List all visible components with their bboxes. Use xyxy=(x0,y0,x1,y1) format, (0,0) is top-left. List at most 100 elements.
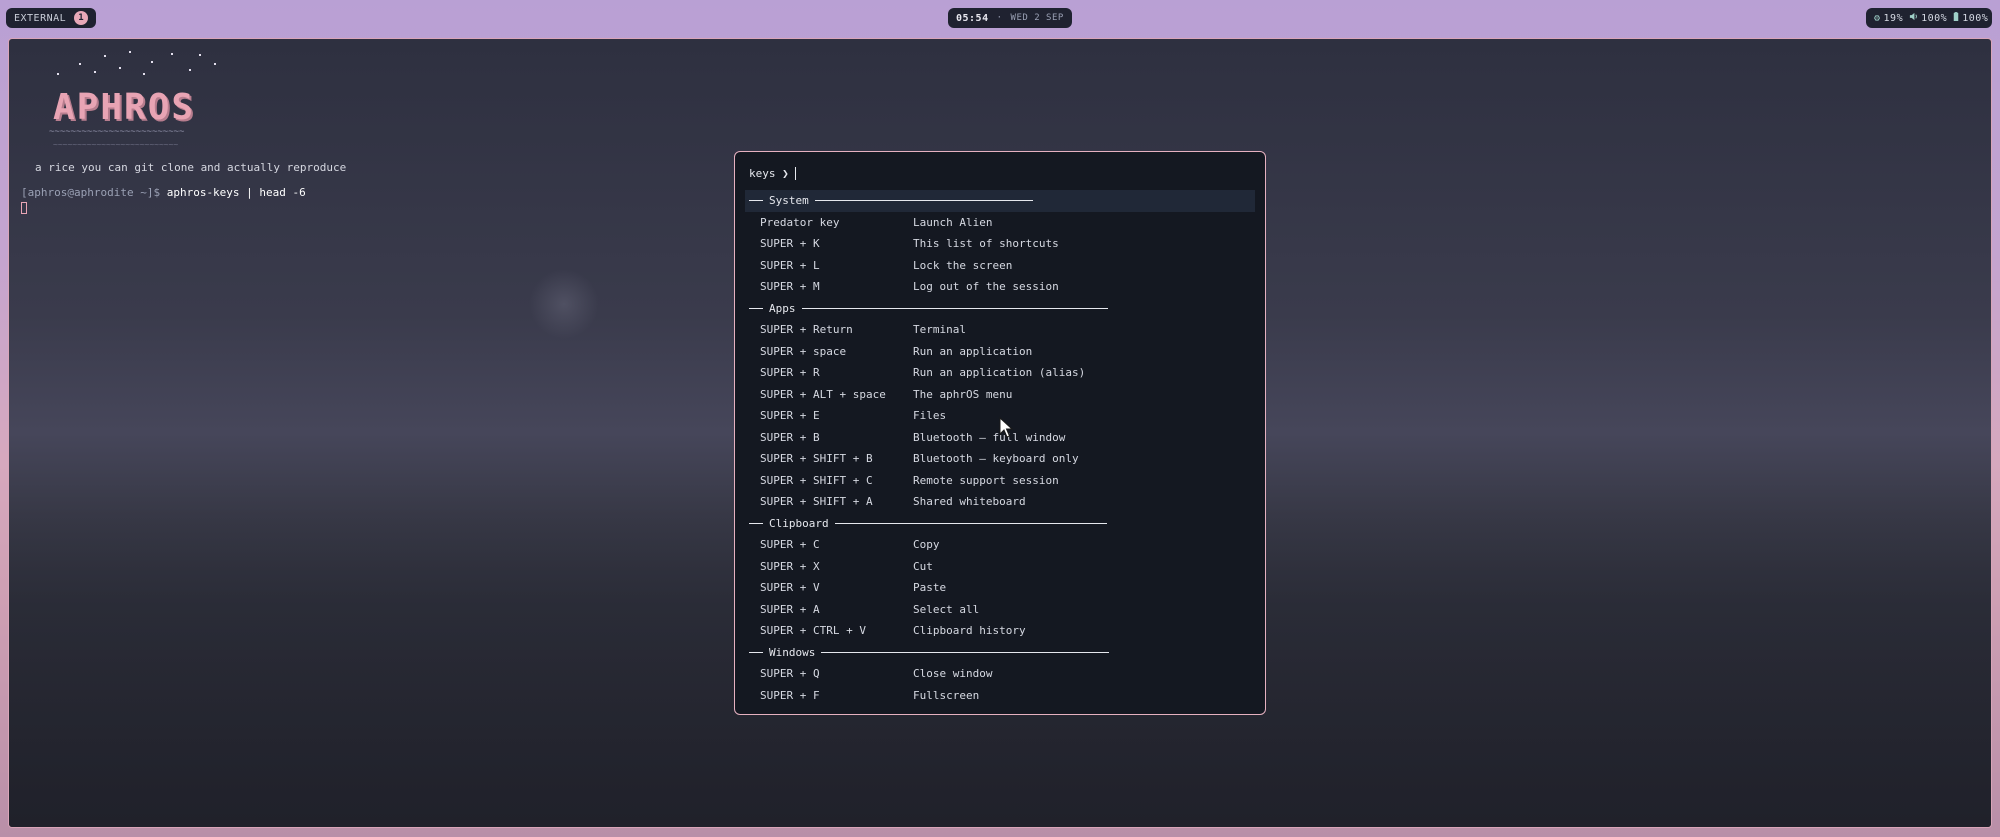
keybinding-row[interactable]: SUPER + CTRL + V Clipboard history xyxy=(745,620,1255,642)
section-title: System xyxy=(769,194,809,208)
keybinding-description: Remote support session xyxy=(913,473,1059,487)
keybinding-description: Close window xyxy=(913,667,993,681)
keybinding-description: Terminal xyxy=(913,323,966,337)
keybinding-row[interactable]: SUPER + L Lock the screen xyxy=(745,255,1255,277)
keybinding-description: Paste xyxy=(913,581,947,595)
clock-date: WED 2 SEP xyxy=(1010,13,1064,23)
keybinding-description: Cut xyxy=(913,559,933,573)
keybinding-key: SUPER + L xyxy=(760,258,820,272)
clock-separator: · xyxy=(996,13,1003,23)
keybinding-description: Run an application xyxy=(913,344,1033,358)
keybinding-key: SUPER + F xyxy=(760,688,820,702)
keybinding-description: Bluetooth — full window xyxy=(913,430,1066,444)
keybinding-key: SUPER + R xyxy=(760,366,820,380)
keybinding-list: System Predator key Launch Alien SUPER + K T… xyxy=(745,190,1255,706)
keybinding-key: SUPER + CTRL + V xyxy=(760,624,866,638)
keybinding-description: Fullscreen xyxy=(913,688,980,702)
keybinding-description: Bluetooth — keyboard only xyxy=(913,452,1079,466)
keybinding-row[interactable]: SUPER + SHIFT + C Remote support session xyxy=(745,470,1255,492)
section-dash xyxy=(749,522,763,524)
keybinding-key: SUPER + Return xyxy=(760,323,853,337)
section-dash xyxy=(749,651,763,653)
keybinding-key: SUPER + SHIFT + A xyxy=(760,495,873,509)
section-rule xyxy=(834,522,1107,524)
keybinding-key: Predator key xyxy=(760,215,840,229)
keybinding-key: SUPER + V xyxy=(760,581,820,595)
system-tray: ⚙ 19% 100% 100% xyxy=(1866,8,1992,28)
tagline: a rice you can git clone and actually re… xyxy=(35,161,347,174)
top-bar: EXTERNAL 1 05:54 · WED 2 SEP ⚙ 19% 100% … xyxy=(0,0,2000,36)
keybinding-key: SUPER + E xyxy=(760,409,820,423)
cpu-value: 19% xyxy=(1883,12,1904,24)
keybinding-row[interactable]: SUPER + ALT + space The aphrOS menu xyxy=(745,384,1255,406)
shell-command: aphros-keys | head -6 xyxy=(166,186,306,199)
keybinding-row[interactable]: SUPER + X Cut xyxy=(745,556,1255,578)
launcher-search[interactable]: keys ❯ xyxy=(745,160,1255,186)
keybinding-description: Shared whiteboard xyxy=(913,495,1026,509)
tray-item-cpu[interactable]: ⚙ 19% xyxy=(1874,13,1903,24)
stars-decoration xyxy=(39,49,229,79)
keybinding-key: SUPER + SHIFT + C xyxy=(760,473,873,487)
logo-text: APHROS xyxy=(53,87,196,128)
volume-value: 100% xyxy=(1921,12,1948,24)
section-header[interactable]: Windows xyxy=(745,642,1255,664)
keybinding-description: Copy xyxy=(913,538,940,552)
battery-icon xyxy=(1953,12,1959,24)
keybinding-key: SUPER + M xyxy=(760,280,820,294)
section-header[interactable]: System xyxy=(745,190,1255,212)
search-caret xyxy=(794,166,796,180)
keybinding-description: Run an application (alias) xyxy=(913,366,1086,380)
keybinding-row[interactable]: SUPER + M Log out of the session xyxy=(745,276,1255,298)
keybinding-key: SUPER + X xyxy=(760,559,820,573)
tray-item-volume[interactable]: 100% xyxy=(1909,12,1947,24)
keybinding-row[interactable]: SUPER + A Select all xyxy=(745,599,1255,621)
section-title: Windows xyxy=(769,645,816,659)
workspace-count-badge: 1 xyxy=(74,11,89,25)
keybinding-description: The aphrOS menu xyxy=(913,387,1013,401)
keybinding-key: SUPER + space xyxy=(760,344,847,358)
keybinding-key: SUPER + ALT + space xyxy=(760,387,886,401)
section-rule xyxy=(821,651,1110,653)
workspace-indicator[interactable]: EXTERNAL 1 xyxy=(6,8,97,28)
section-title: Clipboard xyxy=(769,516,829,530)
keybinding-description: Files xyxy=(913,409,947,423)
keybinding-row[interactable]: SUPER + Q Close window xyxy=(745,663,1255,685)
section-header[interactable]: Clipboard xyxy=(745,513,1255,535)
aphros-logo: APHROS ~~~~~~~~~~~~~~~~~~~~~~~~~ ~~~~~~~… xyxy=(39,49,239,159)
keybinding-row[interactable]: SUPER + K This list of shortcuts xyxy=(745,233,1255,255)
keybinding-key: SUPER + B xyxy=(760,430,820,444)
keybinding-row[interactable]: SUPER + R Run an application (alias) xyxy=(745,362,1255,384)
section-title: Apps xyxy=(769,301,796,315)
keybinding-description: This list of shortcuts xyxy=(913,237,1059,251)
cpu-icon: ⚙ xyxy=(1874,12,1881,24)
command-line: [aphros@aphrodite ~]$ aphros-keys | head… xyxy=(21,186,306,199)
keybinding-row[interactable]: SUPER + V Paste xyxy=(745,577,1255,599)
moon-glow xyxy=(529,269,599,339)
keybinding-key: SUPER + C xyxy=(760,538,820,552)
keybinding-description: Launch Alien xyxy=(913,215,993,229)
keybinding-row[interactable]: SUPER + Return Terminal xyxy=(745,319,1255,341)
keybinding-description: Log out of the session xyxy=(913,280,1059,294)
keybinding-description: Clipboard history xyxy=(913,624,1026,638)
logo-wave-reflection: ~~~~~~~~~~~~~~~~~~~~~~~~~~ xyxy=(53,140,179,149)
mouse-pointer-icon xyxy=(999,416,1014,438)
keybinding-key: SUPER + Q xyxy=(760,667,820,681)
keybinding-row[interactable]: SUPER + SHIFT + B Bluetooth — keyboard on… xyxy=(745,448,1255,470)
keybinding-row[interactable]: SUPER + F Fullscreen xyxy=(745,685,1255,707)
keybinding-row[interactable]: Predator key Launch Alien xyxy=(745,212,1255,234)
tray-item-battery[interactable]: 100% xyxy=(1953,12,1988,24)
keybinding-key: SUPER + A xyxy=(760,602,820,616)
shell-prompt: [aphros@aphrodite ~]$ xyxy=(21,186,167,199)
clock-time: 05:54 xyxy=(956,12,989,24)
logo-wave: ~~~~~~~~~~~~~~~~~~~~~~~~~ xyxy=(49,127,185,137)
section-dash xyxy=(749,200,763,202)
keybinding-description: Lock the screen xyxy=(913,258,1013,272)
battery-value: 100% xyxy=(1962,12,1989,24)
keybinding-row[interactable]: SUPER + space Run an application xyxy=(745,341,1255,363)
clock[interactable]: 05:54 · WED 2 SEP xyxy=(948,8,1072,28)
section-header[interactable]: Apps xyxy=(745,298,1255,320)
keybinding-key: SUPER + SHIFT + B xyxy=(760,452,873,466)
keybinding-row[interactable]: SUPER + SHIFT + A Shared whiteboard xyxy=(745,491,1255,513)
launcher-prompt: keys ❯ xyxy=(749,166,789,180)
keybinding-row[interactable]: SUPER + C Copy xyxy=(745,534,1255,556)
